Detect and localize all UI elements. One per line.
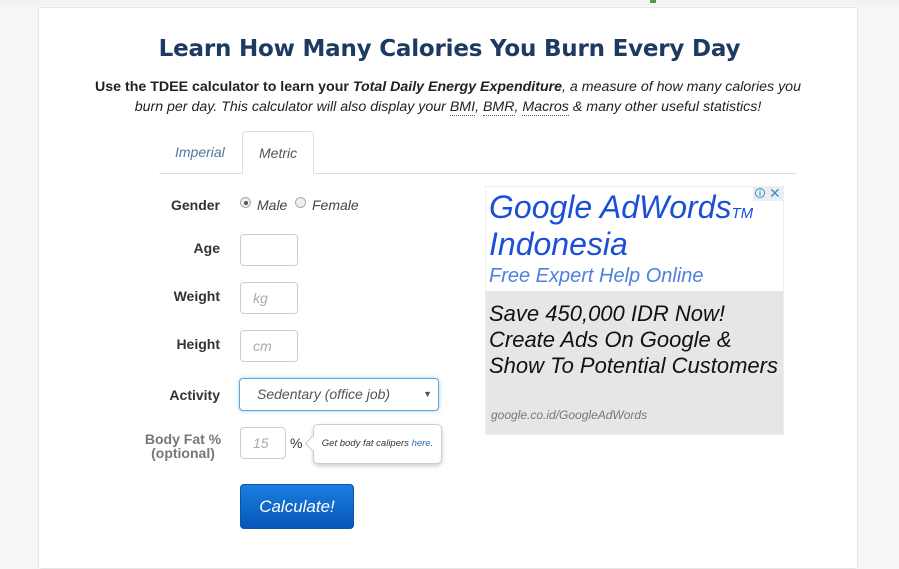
bmr-abbr[interactable]: BMR bbox=[482, 99, 515, 116]
percent-unit: % bbox=[290, 435, 303, 451]
ad-tm: TM bbox=[731, 205, 754, 222]
weight-input[interactable]: kg bbox=[240, 282, 298, 314]
intro-text: Use the TDEE calculator to learn your To… bbox=[90, 77, 806, 117]
ad-body-text[interactable]: Save 450,000 IDR Now! Create Ads On Goog… bbox=[489, 301, 779, 379]
info-icon[interactable]: i bbox=[755, 188, 765, 198]
tooltip-text: Get body fat calipers bbox=[321, 438, 412, 449]
body-fat-label-line2: (optional) bbox=[151, 445, 215, 461]
gender-male-radio[interactable] bbox=[240, 197, 251, 208]
top-strip bbox=[0, 0, 899, 6]
tab-metric[interactable]: Metric bbox=[242, 131, 315, 174]
age-input[interactable] bbox=[240, 234, 298, 266]
unit-tabs: Imperial Metric bbox=[159, 131, 796, 174]
ad-subline[interactable]: Free Expert Help Online bbox=[489, 265, 704, 288]
calculate-button[interactable]: Calculate! bbox=[240, 484, 354, 529]
close-icon[interactable]: ✕ bbox=[769, 187, 781, 200]
chevron-down-icon: ▼ bbox=[423, 389, 432, 399]
activity-select[interactable]: Sedentary (office job) ▼ bbox=[239, 378, 439, 411]
intro-sep: , bbox=[475, 99, 483, 115]
body-fat-input[interactable]: 15 bbox=[240, 427, 286, 459]
gender-male-label[interactable]: Male bbox=[257, 197, 287, 213]
advertisement[interactable]: Google AdWordsTM Indonesia Free Expert H… bbox=[485, 186, 784, 435]
gender-female-radio[interactable] bbox=[295, 197, 306, 208]
gender-label: Gender bbox=[170, 197, 220, 213]
age-label: Age bbox=[193, 240, 220, 256]
activity-label: Activity bbox=[169, 387, 220, 403]
tab-imperial[interactable]: Imperial bbox=[159, 131, 241, 172]
status-mark bbox=[650, 0, 656, 3]
calipers-link[interactable]: here bbox=[412, 438, 431, 449]
intro-rest2: & many other useful statistics! bbox=[568, 99, 762, 115]
body-fat-label-line1: Body Fat % bbox=[144, 431, 222, 447]
height-label: Height bbox=[176, 336, 220, 352]
tooltip-suffix: . bbox=[430, 438, 434, 449]
ad-headline-text: Google AdWords bbox=[489, 189, 732, 225]
intro-lead: Use the TDEE calculator to learn your bbox=[95, 79, 353, 95]
bmi-abbr[interactable]: BMI bbox=[449, 99, 476, 116]
weight-label: Weight bbox=[173, 288, 220, 304]
ad-controls: i ✕ bbox=[753, 187, 783, 201]
ad-url[interactable]: google.co.id/GoogleAdWords bbox=[491, 408, 647, 422]
calipers-tooltip: Get body fat calipers here. bbox=[313, 424, 442, 464]
intro-term: Total Daily Energy Expenditure bbox=[352, 79, 563, 95]
macros-abbr[interactable]: Macros bbox=[522, 99, 569, 116]
activity-selected: Sedentary (office job) bbox=[257, 386, 391, 402]
ad-headline-line2: Indonesia bbox=[489, 226, 628, 262]
height-input[interactable]: cm bbox=[240, 330, 298, 362]
body-fat-label: Body Fat % (optional) bbox=[138, 432, 228, 460]
ad-headline[interactable]: Google AdWordsTM Indonesia bbox=[489, 189, 779, 263]
gender-female-label[interactable]: Female bbox=[312, 197, 359, 213]
page-title: Learn How Many Calories You Burn Every D… bbox=[158, 36, 741, 62]
